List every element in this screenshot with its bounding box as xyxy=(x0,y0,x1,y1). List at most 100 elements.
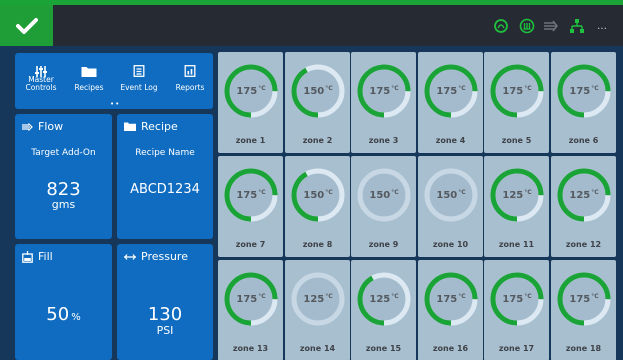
zone-tile[interactable]: 175°C zone 7 xyxy=(218,156,283,257)
flow-value: 823 xyxy=(46,179,81,200)
zone-temperature: 175°C xyxy=(356,85,412,97)
zone-temperature: 175°C xyxy=(223,189,279,201)
zone-temperature-value: 175 xyxy=(236,190,258,201)
zone-label: zone 8 xyxy=(302,240,333,249)
nav-label: Recipes xyxy=(74,83,104,92)
heater-icon[interactable] xyxy=(492,18,510,34)
zone-temperature-unit: °C xyxy=(391,293,399,300)
zone-tile[interactable]: 125°C zone 14 xyxy=(285,260,350,360)
nav-master-controls[interactable]: Master Controls xyxy=(19,53,63,109)
zone-gauge: 175°C xyxy=(423,271,479,327)
zone-temperature-value: 150 xyxy=(436,190,458,201)
zone-gauge: 125°C xyxy=(489,167,545,223)
zone-temperature-value: 175 xyxy=(569,294,591,305)
zone-label: zone 6 xyxy=(568,136,599,145)
zone-temperature: 175°C xyxy=(489,293,545,305)
pressure-value: 130 xyxy=(147,304,183,325)
pressure-card[interactable]: Pressure 130 PSI xyxy=(117,244,213,360)
flow-unit: gms xyxy=(51,198,76,211)
recipe-subtitle: Recipe Name xyxy=(135,148,195,158)
fill-title: Fill xyxy=(38,250,53,263)
zone-temperature: 150°C xyxy=(423,189,479,201)
zone-label: zone 12 xyxy=(565,240,602,249)
zone-tile[interactable]: 175°C zone 4 xyxy=(418,52,483,153)
nav-label: Event Log xyxy=(120,83,158,92)
top-bar: … xyxy=(0,0,623,46)
checkmark-icon xyxy=(15,17,38,34)
pressure-unit: PSI xyxy=(156,324,174,337)
pressure-title: Pressure xyxy=(141,250,188,263)
zone-label: zone 13 xyxy=(232,344,269,353)
zone-temperature-value: 175 xyxy=(236,86,258,97)
zone-tile[interactable]: 175°C zone 1 xyxy=(218,52,283,153)
card-title: Recipe xyxy=(124,120,178,133)
zone-temperature-value: 125 xyxy=(569,190,591,201)
zone-tile[interactable]: 175°C zone 3 xyxy=(351,52,416,153)
confirm-button[interactable] xyxy=(0,5,53,46)
zone-temperature-unit: °C xyxy=(391,85,399,92)
zone-tile[interactable]: 150°C zone 10 xyxy=(418,156,483,257)
list-icon xyxy=(133,62,145,81)
flow-icon xyxy=(22,122,33,131)
fill-value: 50 xyxy=(46,304,70,325)
zone-tile[interactable]: 175°C zone 17 xyxy=(484,260,549,360)
recipe-name: ABCD1234 xyxy=(130,182,200,197)
zone-temperature-unit: °C xyxy=(591,189,599,196)
zone-tile[interactable]: 125°C zone 11 xyxy=(484,156,549,257)
zone-temperature-unit: °C xyxy=(591,293,599,300)
zone-gauge: 125°C xyxy=(356,271,412,327)
zone-temperature-value: 175 xyxy=(369,86,391,97)
flow-icon[interactable] xyxy=(542,18,560,34)
zone-gauge: 150°C xyxy=(290,167,346,223)
zone-label: zone 16 xyxy=(432,344,469,353)
flow-subtitle: Target Add-On xyxy=(31,148,96,158)
zone-tile[interactable]: 125°C zone 12 xyxy=(551,156,616,257)
zone-gauge: 175°C xyxy=(223,63,279,119)
zone-temperature: 125°C xyxy=(290,293,346,305)
recipe-title: Recipe xyxy=(141,120,178,133)
zone-label: zone 7 xyxy=(235,240,266,249)
zone-gauge: 175°C xyxy=(556,63,612,119)
zone-tile[interactable]: 150°C zone 8 xyxy=(285,156,350,257)
zone-tile[interactable]: 175°C zone 16 xyxy=(418,260,483,360)
zone-temperature-value: 150 xyxy=(303,190,325,201)
recipe-card[interactable]: Recipe Recipe Name ABCD1234 xyxy=(117,114,213,239)
zone-tile[interactable]: 175°C zone 5 xyxy=(484,52,549,153)
network-icon[interactable] xyxy=(568,18,586,34)
zone-temperature: 125°C xyxy=(356,293,412,305)
zone-label: zone 3 xyxy=(368,136,399,145)
card-title: Flow xyxy=(22,120,63,133)
flow-card[interactable]: Flow Target Add-On 823 gms xyxy=(15,114,112,239)
zone-temperature-value: 175 xyxy=(569,86,591,97)
zone-label: zone 11 xyxy=(498,240,535,249)
zone-tile[interactable]: 175°C zone 13 xyxy=(218,260,283,360)
nav-recipes[interactable]: Recipes xyxy=(69,53,109,109)
zone-temperature: 175°C xyxy=(223,85,279,97)
nav-event-log[interactable]: Event Log xyxy=(117,53,161,109)
zone-temperature: 125°C xyxy=(556,189,612,201)
zone-temperature-unit: °C xyxy=(458,189,466,196)
zone-temperature: 125°C xyxy=(489,189,545,201)
zone-tile[interactable]: 175°C zone 18 xyxy=(551,260,616,360)
fill-icon xyxy=(22,250,33,263)
more-options-icon[interactable]: … xyxy=(594,18,610,34)
nav-reports[interactable]: Reports xyxy=(169,53,211,109)
zone-gauge: 125°C xyxy=(556,167,612,223)
page-indicator: •• xyxy=(110,100,121,108)
temperature-icon[interactable] xyxy=(518,18,536,34)
zone-temperature-value: 125 xyxy=(369,294,391,305)
zone-label: zone 4 xyxy=(435,136,466,145)
zone-tile[interactable]: 175°C zone 6 xyxy=(551,52,616,153)
nav-label: Reports xyxy=(175,83,205,92)
zone-tile[interactable]: 125°C zone 15 xyxy=(351,260,416,360)
zone-temperature: 150°C xyxy=(356,189,412,201)
zone-tile[interactable]: 150°C zone 2 xyxy=(285,52,350,153)
zone-temperature-unit: °C xyxy=(391,189,399,196)
zone-temperature: 175°C xyxy=(489,85,545,97)
zone-tile[interactable]: 150°C zone 9 xyxy=(351,156,416,257)
zone-gauge: 175°C xyxy=(223,271,279,327)
zone-temperature-value: 175 xyxy=(236,294,258,305)
fill-readout: 50% xyxy=(15,304,112,325)
zone-temperature-unit: °C xyxy=(258,189,266,196)
fill-card[interactable]: Fill 50% xyxy=(15,244,112,360)
